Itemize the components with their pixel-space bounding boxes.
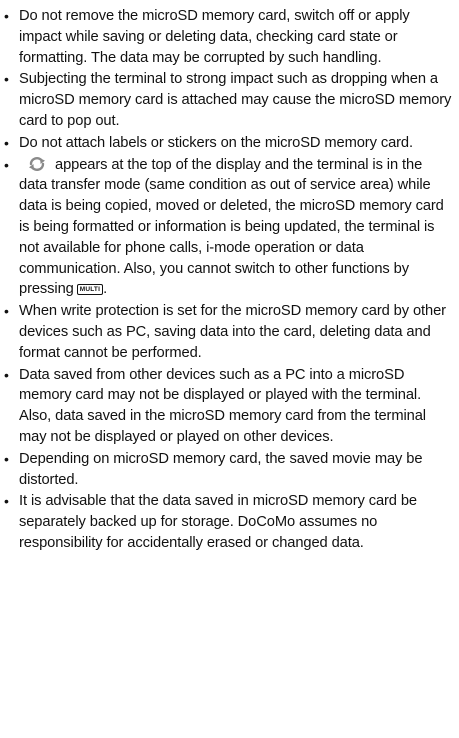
multi-key-icon: MULTI [76, 284, 104, 296]
bullet-icon: • [4, 8, 9, 24]
bullet-icon: • [4, 156, 9, 173]
data-transfer-icon [29, 156, 45, 171]
note-item: • When write protection is set for the m… [0, 301, 453, 363]
bullet-icon: • [4, 134, 9, 151]
note-text: Data saved from other devices such as a … [19, 366, 426, 445]
note-text: Do not attach labels or stickers on the … [19, 134, 413, 151]
note-item: • appears at the top of the display and … [0, 155, 453, 301]
note-item: • It is advisable that the data saved in… [0, 491, 453, 553]
note-text-end: . [103, 281, 108, 298]
note-text: Do not remove the microSD memory card, s… [19, 8, 410, 66]
bullet-icon: • [4, 71, 9, 88]
bullet-icon: • [4, 366, 9, 383]
note-text: It is advisable that the data saved in m… [19, 493, 417, 551]
note-item: • Do not attach labels or stickers on th… [0, 133, 453, 154]
note-text: Depending on microSD memory card, the sa… [19, 450, 423, 488]
note-item: • Depending on microSD memory card, the … [0, 449, 453, 491]
bullet-icon: • [4, 493, 9, 510]
note-text: Subjecting the terminal to strong impact… [19, 71, 452, 129]
bullet-icon: • [4, 303, 9, 320]
note-text: appears at the top of the display and th… [19, 156, 444, 298]
bullet-icon: • [4, 450, 9, 467]
note-text: When write protection is set for the mic… [19, 303, 446, 361]
precautions-list: • Do not remove the microSD memory card,… [0, 0, 459, 554]
note-item: • Data saved from other devices such as … [0, 365, 453, 448]
note-item: • Do not remove the microSD memory card,… [0, 6, 453, 68]
note-item: • Subjecting the terminal to strong impa… [0, 69, 453, 131]
